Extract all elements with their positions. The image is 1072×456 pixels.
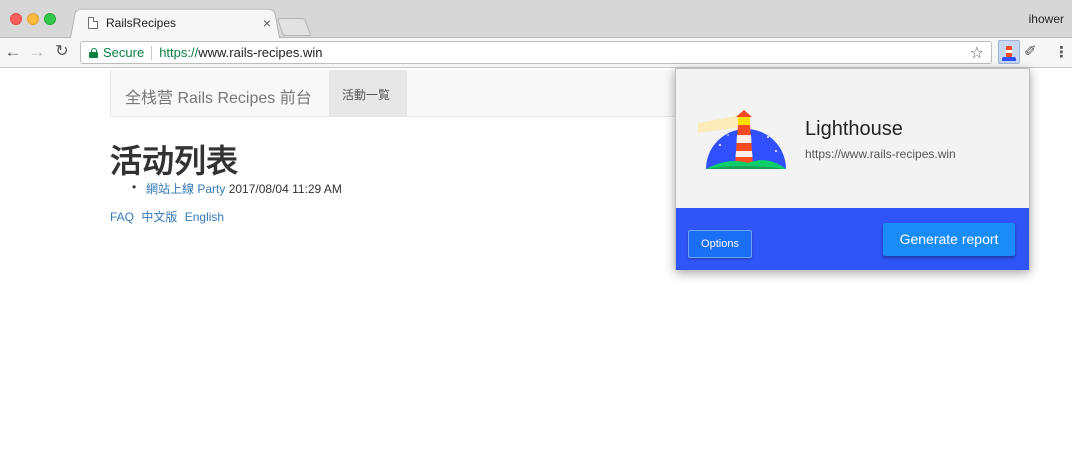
reload-icon[interactable]: ↻ [52,42,72,62]
secure-label: Secure [103,45,145,60]
popup-title: Lighthouse [805,118,903,140]
close-window-button[interactable] [10,13,22,25]
popup-footer: Options Generate report [676,208,1029,270]
english-link[interactable]: English [185,210,224,224]
menu-dots-icon[interactable]: ⋮ [1054,43,1069,61]
event-list: 網站上線 Party 2017/08/04 11:29 AM [130,180,342,197]
omnibox-separator [151,45,153,60]
profile-name[interactable]: ihower [1029,12,1064,26]
popup-header: Lighthouse https://www.rails-recipes.win [676,69,1029,208]
brush-extension-icon[interactable]: ✐ [1024,42,1037,60]
forward-arrow-icon[interactable]: → [27,42,47,62]
minimize-window-button[interactable] [27,13,39,25]
lock-icon [89,47,98,58]
browser-tab-content[interactable]: RailsRecipes × [80,12,275,34]
popup-url: https://www.rails-recipes.win [805,147,956,161]
window-titlebar: RailsRecipes × ihower [0,0,1072,38]
options-button[interactable]: Options [688,230,752,258]
star-icon[interactable]: ☆ [970,43,984,63]
url-scheme: https:// [159,45,199,60]
maximize-window-button[interactable] [44,13,56,25]
list-item: 網站上線 Party 2017/08/04 11:29 AM [130,180,342,197]
url-host: www.rails-recipes.win [198,45,323,60]
new-tab-button[interactable] [276,18,312,36]
event-link[interactable]: 網站上線 Party [146,182,225,196]
tab-title: RailsRecipes [106,16,177,30]
footer-links: FAQ 中文版 English [110,208,228,225]
page-title: 活动列表 [110,143,239,179]
address-bar[interactable]: Secure https:// www.rails-recipes.win ☆ [80,41,992,64]
back-arrow-icon[interactable]: ← [3,42,23,62]
site-brand[interactable]: 全栈营 Rails Recipes 前台 [125,84,312,108]
page-icon [88,17,98,29]
nav-link-events-label: 活動一覧 [342,88,391,102]
faq-link[interactable]: FAQ [110,210,134,224]
lighthouse-logo-icon [698,110,786,169]
nav-link-events[interactable]: 活動一覧 [329,70,407,116]
tab-close-icon[interactable]: × [259,15,275,31]
event-datetime: 2017/08/04 11:29 AM [228,182,342,196]
lighthouse-popup: Lighthouse https://www.rails-recipes.win… [675,68,1030,270]
browser-toolbar: ← → ↻ Secure https:// www.rails-recipes.… [0,38,1072,68]
chinese-link[interactable]: 中文版 [141,210,177,224]
generate-report-button[interactable]: Generate report [883,223,1015,256]
lighthouse-extension-icon[interactable] [998,40,1020,64]
site-navbar: 全栈营 Rails Recipes 前台 活動一覧 [110,70,680,117]
